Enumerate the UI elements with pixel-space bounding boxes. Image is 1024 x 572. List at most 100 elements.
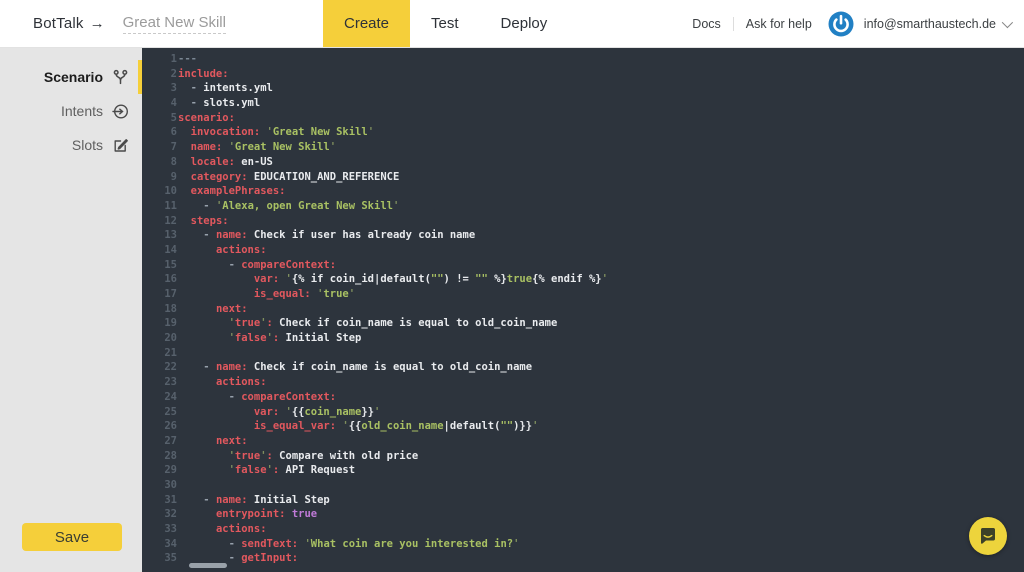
code-line: 3 - intents.yml [142,81,1024,96]
line-number: 13 [164,229,177,242]
line-number: 31 [164,493,177,506]
main-tabs: Create Test Deploy [323,0,568,47]
code-line: 26 is_equal_var: '{{old_coin_name|defaul… [142,419,1024,434]
line-number: 1 [170,53,177,65]
account-email: info@smarthaustech.de [863,16,996,31]
line-number: 19 [164,317,177,330]
account-dropdown[interactable]: info@smarthaustech.de [863,16,1014,31]
line-number: 15 [164,258,177,271]
sidebar-item-label: Intents [60,103,103,119]
code-line: 25 var: '{{coin_name}}' [142,405,1024,420]
tab-test[interactable]: Test [410,0,480,47]
tab-create[interactable]: Create [323,0,411,47]
line-number: 35 [164,552,177,565]
power-logo-icon[interactable] [828,11,854,37]
sidebar-item-label: Scenario [43,69,103,85]
code-line: 22 - name: Check if coin_name is equal t… [142,360,1024,375]
line-number: 23 [164,376,177,389]
chat-bubble-icon [981,528,995,544]
line-number: 17 [164,288,177,300]
code-line: 31 - name: Initial Step [142,493,1024,508]
line-number: 32 [164,508,177,521]
chat-launcher-button[interactable] [969,517,1007,555]
sidebar-item-label: Slots [71,137,103,153]
code-line: 19 'true': Check if coin_name is equal t… [142,316,1024,331]
divider [732,16,734,31]
line-number: 33 [164,523,177,535]
code-lines: 1 --- 2 include: 3 - intents.yml 4 - slots.ym… [142,52,1024,566]
code-line: 24 - compareContext: [142,390,1024,405]
line-number: 25 [164,405,177,418]
code-line: 6 invocation: 'Great New Skill' [142,125,1024,140]
code-line: 34 - sendText: 'What coin are you intere… [142,537,1024,552]
line-number: 30 [164,478,177,491]
code-line: 23 actions: [142,375,1024,390]
line-number: 26 [164,420,177,433]
slots-edit-icon [112,137,129,154]
code-line: 33 actions: [142,522,1024,537]
line-number: 6 [170,126,177,139]
line-number: 4 [170,97,177,110]
line-number: 16 [164,273,177,286]
line-number: 8 [170,155,177,168]
code-editor[interactable]: 1 --- 2 include: 3 - intents.yml 4 - slots.ym… [142,48,1024,572]
line-number: 11 [164,199,177,212]
code-line: 17 is_equal: 'true' [142,287,1024,302]
code-line: 14 actions: [142,243,1024,258]
docs-link[interactable]: Docs [692,17,720,31]
line-number: 12 [164,214,177,227]
line-number: 28 [164,449,177,462]
intents-arrow-icon [112,103,129,120]
line-number: 3 [170,82,177,95]
line-number: 2 [170,67,177,80]
line-number: 7 [170,141,177,154]
code-line: 20 'false': Initial Step [142,331,1024,346]
line-number: 20 [164,332,177,345]
line-number: 24 [164,390,177,403]
code-line: 11 - 'Alexa, open Great New Skill' [142,199,1024,214]
line-number: 21 [164,346,177,359]
line-number: 9 [170,170,177,183]
sidebar-item-intents[interactable]: Intents [0,94,142,128]
code-line: 21 [142,346,1024,361]
code-line: 32 entrypoint: true [142,507,1024,522]
line-number: 22 [164,361,177,374]
code-line: 5 scenario: [142,111,1024,126]
line-number: 14 [164,243,177,256]
line-number: 34 [164,537,177,550]
code-line: 10 examplePhrases: [142,184,1024,199]
code-line: 13 - name: Check if user has already coi… [142,228,1024,243]
code-line: 4 - slots.yml [142,96,1024,111]
topbar-left: BotTalk → Great New Skill [0,0,323,47]
code-line: 16 var: '{% if coin_id|default("") != ""… [142,272,1024,287]
line-number: 29 [164,464,177,477]
code-line: 8 locale: en-US [142,155,1024,170]
sidebar: Scenario Intents Slots Save [0,48,142,572]
code-line: 29 'false': API Request [142,463,1024,478]
arrow-right-icon: → [89,15,105,32]
line-number: 18 [164,302,177,315]
code-line: 35 - getInput: [142,551,1024,566]
save-button[interactable]: Save [22,523,122,551]
line-number: 5 [170,111,177,124]
ask-for-help-link[interactable]: Ask for help [746,17,812,31]
top-bar: BotTalk → Great New Skill Create Test De… [0,0,1024,48]
bottalk-logo[interactable]: BotTalk [33,15,84,32]
sidebar-item-scenario[interactable]: Scenario [0,60,142,94]
code-line: 1 --- [142,52,1024,67]
sidebar-item-slots[interactable]: Slots [0,128,142,162]
code-line: 18 next: [142,302,1024,317]
skill-name-field[interactable]: Great New Skill [122,14,226,34]
main-area: Scenario Intents Slots Save 1 --- 2 incl… [0,48,1024,572]
line-number: 10 [164,185,177,198]
code-line: 2 include: [142,67,1024,82]
topbar-right: Docs Ask for help info@smarthaustech.de [692,0,1024,47]
code-line: 15 - compareContext: [142,258,1024,273]
code-line: 28 'true': Compare with old price [142,449,1024,464]
tab-deploy[interactable]: Deploy [480,0,569,47]
code-line: 7 name: 'Great New Skill' [142,140,1024,155]
code-line: 9 category: EDUCATION_AND_REFERENCE [142,170,1024,185]
code-line: 27 next: [142,434,1024,449]
chevron-down-icon [1001,16,1014,28]
horizontal-scrollbar-thumb[interactable] [189,563,227,568]
